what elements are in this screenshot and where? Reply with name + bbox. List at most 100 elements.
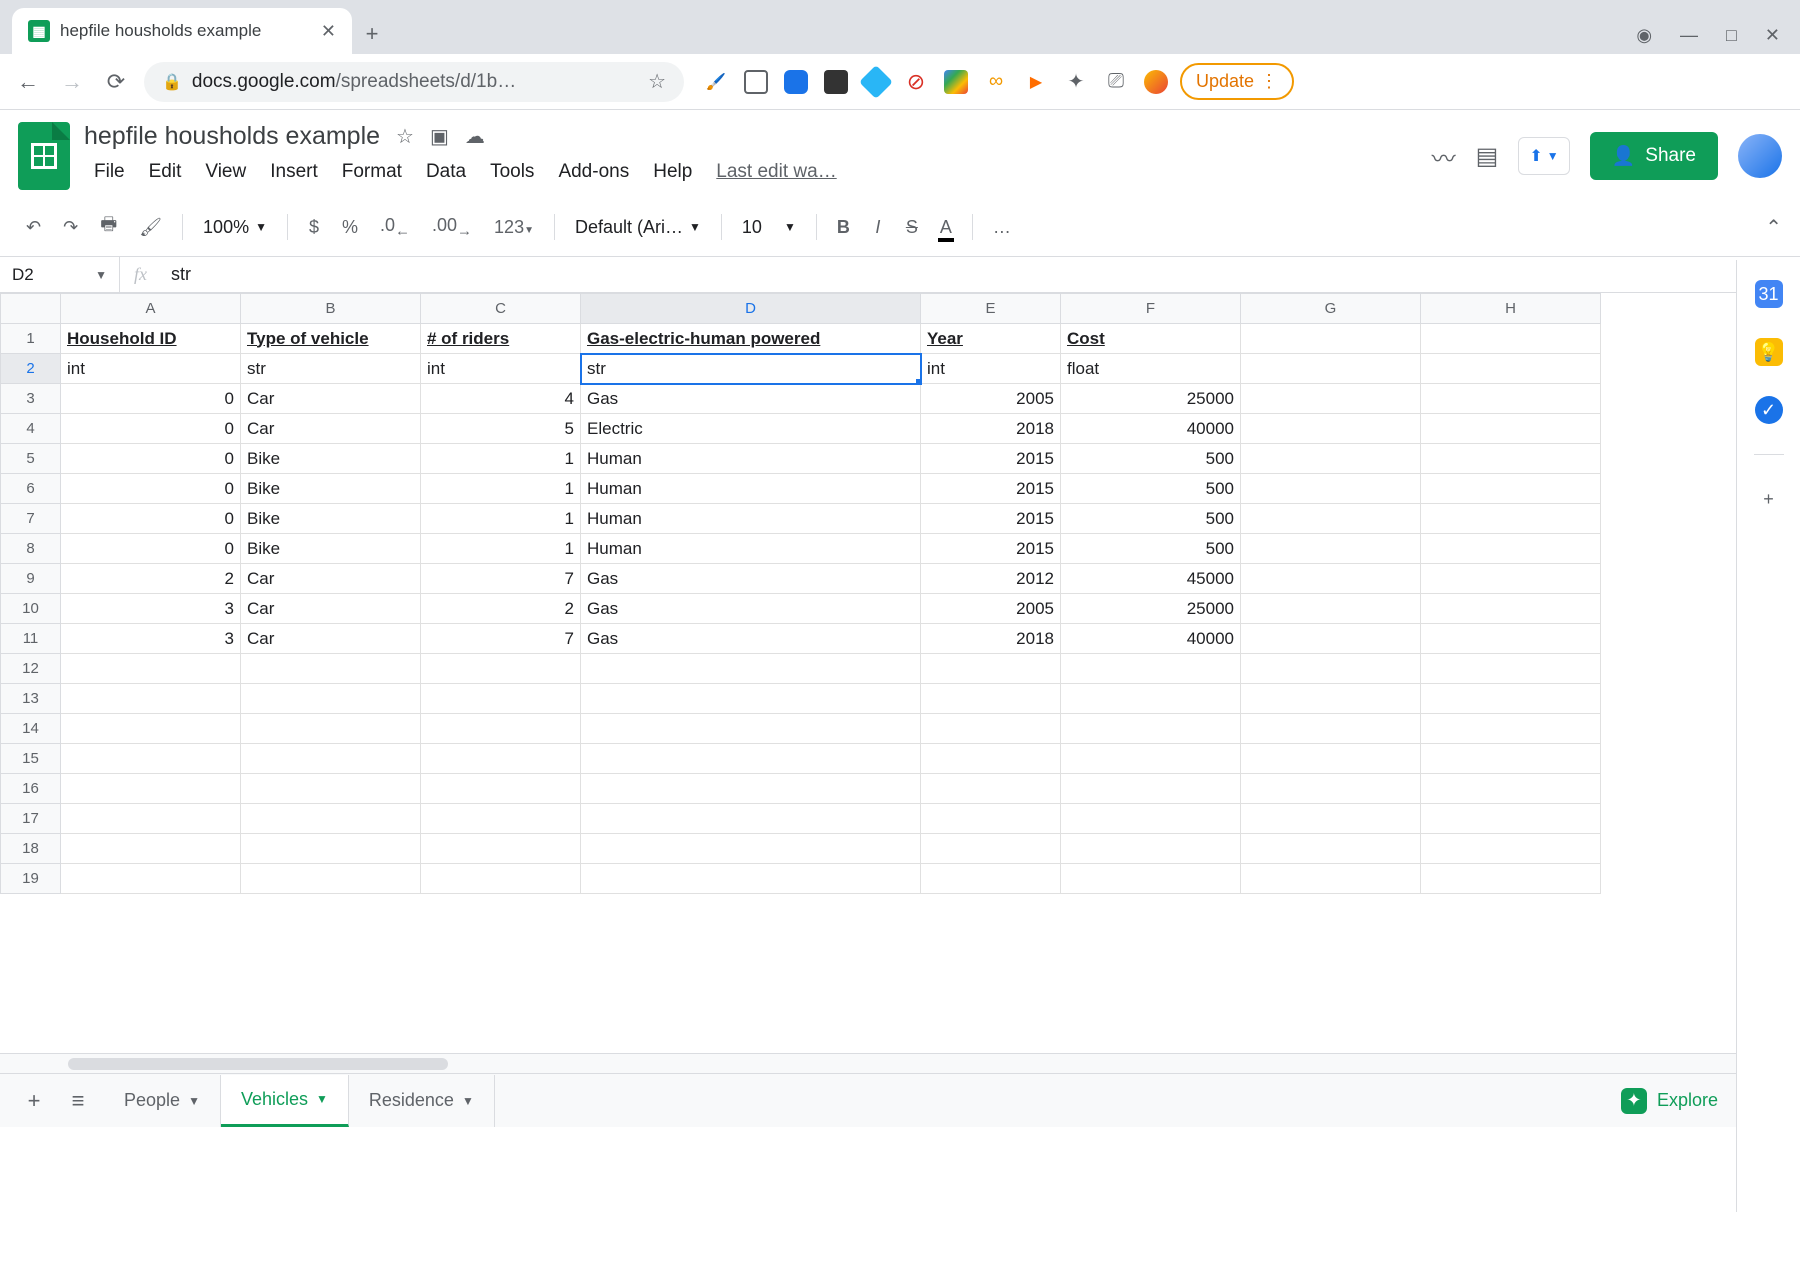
row-header[interactable]: 13 <box>1 684 61 714</box>
cell[interactable] <box>921 684 1061 714</box>
cell[interactable] <box>61 834 241 864</box>
cell[interactable] <box>581 804 921 834</box>
cell[interactable]: 45000 <box>1061 564 1241 594</box>
cell[interactable] <box>421 684 581 714</box>
row-header[interactable]: 11 <box>1 624 61 654</box>
cell[interactable] <box>581 714 921 744</box>
cell[interactable] <box>1421 834 1601 864</box>
cell[interactable] <box>421 774 581 804</box>
undo-button[interactable]: ↶ <box>18 211 49 244</box>
cell[interactable] <box>1241 504 1421 534</box>
tasks-icon[interactable]: ✓ <box>1755 396 1783 424</box>
cell[interactable]: 2018 <box>921 624 1061 654</box>
cell[interactable] <box>1421 654 1601 684</box>
cell[interactable] <box>61 774 241 804</box>
cell[interactable] <box>241 804 421 834</box>
row-header[interactable]: 19 <box>1 864 61 894</box>
column-header-A[interactable]: A <box>61 294 241 324</box>
cell[interactable] <box>1061 654 1241 684</box>
row-header[interactable]: 17 <box>1 804 61 834</box>
column-header-H[interactable]: H <box>1421 294 1601 324</box>
cell[interactable] <box>1061 834 1241 864</box>
cell[interactable] <box>1421 804 1601 834</box>
column-header-B[interactable]: B <box>241 294 421 324</box>
cell[interactable] <box>1061 714 1241 744</box>
cell[interactable] <box>1421 384 1601 414</box>
cell[interactable] <box>61 654 241 684</box>
cell[interactable]: 25000 <box>1061 384 1241 414</box>
cell[interactable]: Human <box>581 534 921 564</box>
row-header[interactable]: 7 <box>1 504 61 534</box>
cell[interactable] <box>921 744 1061 774</box>
cell[interactable]: 2005 <box>921 384 1061 414</box>
cell[interactable]: Car <box>241 624 421 654</box>
cloud-status-icon[interactable]: ☁ <box>465 124 485 149</box>
comments-icon[interactable]: ▤ <box>1476 142 1499 171</box>
cell[interactable] <box>1421 714 1601 744</box>
cell[interactable] <box>421 654 581 684</box>
cell[interactable]: 1 <box>421 534 581 564</box>
select-all-corner[interactable] <box>1 294 61 324</box>
ext-icon-5[interactable] <box>859 65 893 99</box>
cell[interactable] <box>1421 444 1601 474</box>
menu-tools[interactable]: Tools <box>480 157 544 187</box>
present-button[interactable]: ⬆ ▼ <box>1518 137 1569 175</box>
cell[interactable]: Car <box>241 594 421 624</box>
row-header[interactable]: 12 <box>1 654 61 684</box>
cell[interactable]: Gas-electric-human powered <box>581 324 921 354</box>
decrease-decimal-button[interactable]: .0← <box>372 209 418 246</box>
cell[interactable] <box>1061 744 1241 774</box>
cell[interactable] <box>241 834 421 864</box>
cell[interactable] <box>241 774 421 804</box>
cell[interactable] <box>1061 684 1241 714</box>
cell[interactable] <box>61 714 241 744</box>
cell[interactable] <box>61 684 241 714</box>
cell[interactable]: Bike <box>241 474 421 504</box>
cell[interactable]: 500 <box>1061 534 1241 564</box>
sheet-tab-people[interactable]: People▼ <box>104 1075 221 1127</box>
row-header[interactable]: 16 <box>1 774 61 804</box>
extensions-icon[interactable]: ✦ <box>1064 70 1088 94</box>
cell[interactable] <box>421 834 581 864</box>
ext-icon-9[interactable]: ▶ <box>1024 70 1048 94</box>
cell[interactable] <box>1061 804 1241 834</box>
cell[interactable] <box>421 714 581 744</box>
cell[interactable]: 3 <box>61 624 241 654</box>
cell[interactable] <box>581 864 921 894</box>
sheet-tab-vehicles[interactable]: Vehicles▼ <box>221 1075 349 1127</box>
user-avatar[interactable] <box>1738 134 1782 178</box>
cell[interactable]: 0 <box>61 474 241 504</box>
row-header[interactable]: 9 <box>1 564 61 594</box>
cell[interactable]: 0 <box>61 414 241 444</box>
cell[interactable]: 2 <box>61 564 241 594</box>
cell[interactable] <box>1421 354 1601 384</box>
back-button[interactable]: ← <box>12 66 44 98</box>
cell[interactable] <box>1241 414 1421 444</box>
cell[interactable] <box>921 714 1061 744</box>
sheets-logo-icon[interactable] <box>18 122 70 190</box>
cell[interactable] <box>1241 834 1421 864</box>
cell[interactable] <box>1241 444 1421 474</box>
increase-decimal-button[interactable]: .00→ <box>424 209 480 246</box>
menu-help[interactable]: Help <box>643 157 702 187</box>
all-sheets-button[interactable]: ≡ <box>60 1083 96 1119</box>
row-header[interactable]: 2 <box>1 354 61 384</box>
cell[interactable] <box>921 804 1061 834</box>
ext-icon-4[interactable] <box>824 70 848 94</box>
cell[interactable] <box>1061 774 1241 804</box>
cell[interactable]: str <box>581 354 921 384</box>
cell[interactable] <box>1421 864 1601 894</box>
cell[interactable] <box>921 864 1061 894</box>
row-header[interactable]: 6 <box>1 474 61 504</box>
text-color-button[interactable]: A <box>932 211 960 244</box>
font-dropdown[interactable]: Default (Ari…▼ <box>567 213 709 242</box>
bookmark-star-icon[interactable]: ☆ <box>648 69 666 94</box>
column-header-E[interactable]: E <box>921 294 1061 324</box>
cell[interactable]: Car <box>241 564 421 594</box>
reload-button[interactable]: ⟳ <box>100 66 132 98</box>
cell[interactable]: 2015 <box>921 504 1061 534</box>
column-header-C[interactable]: C <box>421 294 581 324</box>
column-header-F[interactable]: F <box>1061 294 1241 324</box>
move-icon[interactable]: ▣ <box>430 124 449 149</box>
cell[interactable] <box>421 864 581 894</box>
